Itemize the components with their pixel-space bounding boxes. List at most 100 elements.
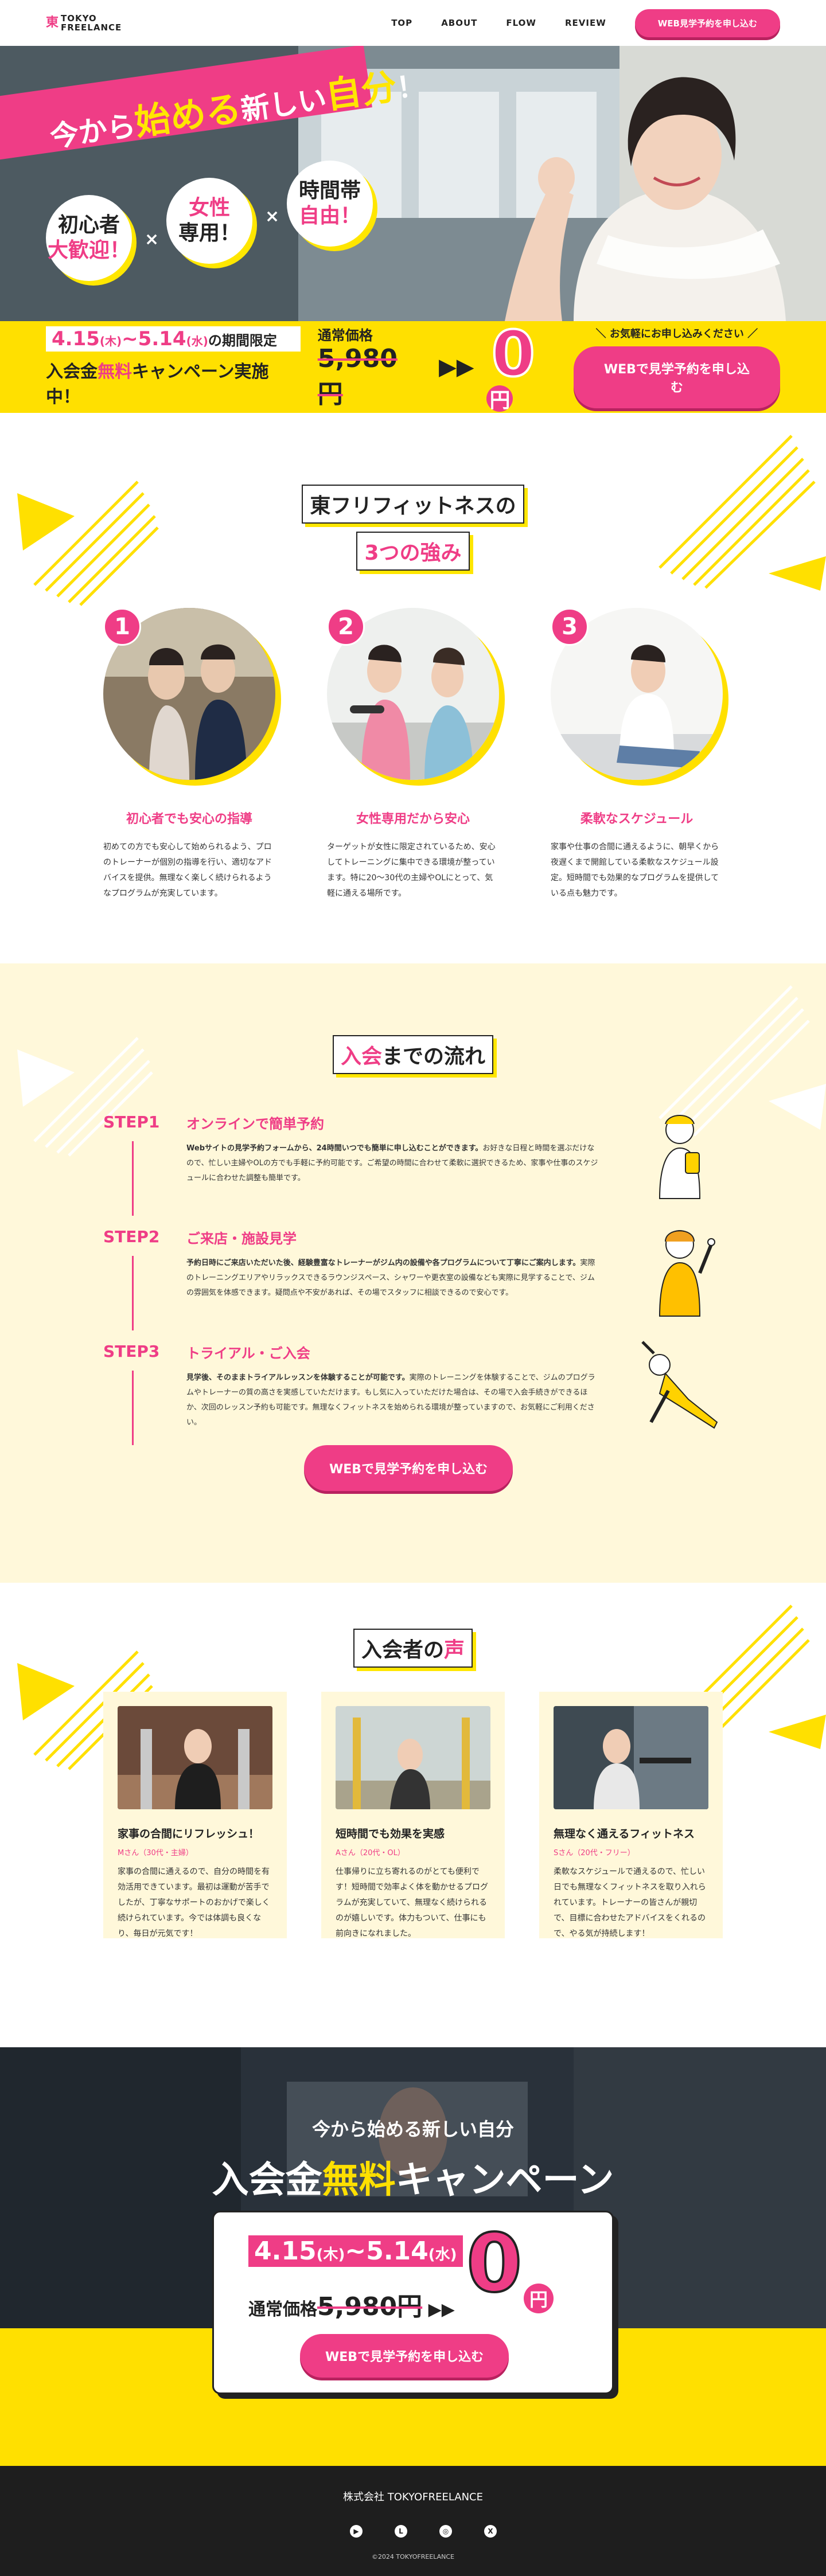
badge-women-b: 専用！ [178, 221, 240, 245]
bottom-date-start-day: (木) [316, 2246, 345, 2263]
trainer-illustration [659, 1230, 715, 1317]
step-label: STEP2 [103, 1227, 160, 1246]
line-icon[interactable]: L [395, 2525, 407, 2538]
voice-photo-1 [118, 1706, 272, 1809]
date-sep: ~ [122, 327, 138, 350]
voices-title-b: 声 [444, 1638, 465, 1662]
campaign-date: 4.15(木)~5.14(水)の期間限定 [46, 326, 301, 352]
step-item: STEP1 オンラインで簡単予約 Webサイトの見学予約フォームから、24時間い… [103, 1113, 723, 1227]
voices-list: 家事の合間にリフレッシュ！ Mさん（30代・主婦） 家事の合間に通えるので、自分… [103, 1692, 723, 1938]
step-text: 予約日時にご来店いただいた後、経験豊富なトレーナーがジム内の設備や各プログラムに… [186, 1256, 599, 1301]
badge-women-a: 女性 [188, 196, 230, 220]
bottom-title: 入会金無料キャンペーン [0, 2150, 826, 2203]
voices-title: 入会者の声 [0, 1629, 826, 1668]
flow-section: 入会までの流れ STEP1 オンラインで簡単予約 Webサイトの見学予約フォーム… [0, 963, 826, 1583]
logo-line2: FREELANCE [61, 22, 122, 33]
bottom-date-end-day: (水) [428, 2246, 457, 2263]
x-icon[interactable]: X [484, 2525, 497, 2538]
bottom-campaign: 今から始める新しい自分 入会金無料キャンペーン 4.15(木)~5.14(水) … [0, 2047, 826, 2466]
step-label: STEP3 [103, 1342, 160, 1361]
bottom-date-start: 4.15 [254, 2237, 317, 2266]
voice-card: 家事の合間にリフレッシュ！ Mさん（30代・主婦） 家事の合間に通えるので、自分… [103, 1692, 287, 1938]
step-item: STEP3 トライアル・ご入会 見学後、そのままトライアルレッスンを体験すること… [103, 1341, 723, 1457]
step-text: 見学後、そのままトライアルレッスンを体験することが可能です。実際のトレーニングを… [186, 1371, 599, 1430]
step-line [132, 1256, 134, 1330]
arrow-icon: ▶▶ [438, 354, 474, 380]
nav-flow[interactable]: FLOW [506, 18, 536, 28]
voice-photo-2 [336, 1706, 490, 1809]
strengths-title-line1: 東フリフィットネスの [302, 485, 524, 524]
site-header: 東 TOKYO FREELANCE TOP ABOUT FLOW REVIEW … [0, 0, 826, 46]
header-cta-button[interactable]: WEB見学予約を申し込む [634, 9, 780, 37]
bottom-date: 4.15(木)~5.14(水) [248, 2235, 463, 2267]
flow-cta-button[interactable]: WEBで見学予約を申し込む [304, 1445, 513, 1491]
strength-text: 初めての方でも安心して始められるよう、プロのトレーナーが個別の指導を行い、適切な… [103, 842, 272, 898]
catch-c: 新しい [239, 82, 329, 127]
date-end-day: (水) [186, 334, 208, 348]
bottom-cta-button[interactable]: WEBで見学予約を申し込む [300, 2334, 509, 2378]
badge-beginner-a: 初心者 [57, 213, 120, 237]
bottom-title-b: 無料 [322, 2159, 396, 2202]
phone-illustration [659, 1115, 701, 1199]
date-start: 4.15 [52, 327, 100, 350]
strength-text: ターゲットが女性に限定されているため、安心してトレーニングに集中できる環境が整っ… [327, 842, 496, 898]
badge-free-time: 時間帯 自由！ [287, 161, 373, 247]
main-nav: TOP ABOUT FLOW REVIEW WEB見学予約を申し込む [391, 9, 780, 37]
step-line [132, 1141, 134, 1216]
catch-e: ！ [394, 68, 428, 106]
voice-author: Mさん（30代・主婦） [118, 1849, 193, 1857]
campaign-cta-button[interactable]: WEBで見学予約を申し込む [573, 346, 780, 408]
bottom-yen: 円 [524, 2284, 554, 2313]
bottom-campaign-card: 4.15(木)~5.14(水) 通常価格5,980円 ▶▶ 0 円 WEBで見学… [212, 2211, 614, 2394]
logo[interactable]: 東 TOKYO FREELANCE [46, 14, 122, 32]
bottom-subtitle: 今から始める新しい自分 [311, 2118, 514, 2140]
strength-item: 3 柔軟なスケジュール 家事や仕事の合間に通えるように、朝早くから夜遅くまで開館… [551, 608, 728, 901]
strength-heading: 初心者でも安心の指導 [126, 812, 252, 826]
nav-about[interactable]: ABOUT [441, 18, 477, 28]
voices-title-a: 入会者の [361, 1638, 444, 1662]
voice-card: 短時間でも効果を実感 Aさん（20代・OL） 仕事帰りに立ち寄れるのがとても便利… [321, 1692, 505, 1938]
nav-top[interactable]: TOP [391, 18, 412, 28]
flow-title-a: 入会 [340, 1045, 382, 1068]
badge-beginner: 初心者 大歓迎！ [46, 195, 132, 281]
strength-text: 家事や仕事の合間に通えるように、朝早くから夜遅くまで開館している柔軟なスケジュー… [551, 842, 719, 898]
logo-line1: TOKYO [61, 13, 97, 24]
step-item: STEP2 ご来店・施設見学 予約日時にご来店いただいた後、経験豊富なトレーナー… [103, 1227, 723, 1342]
yen-mark: 円 [486, 385, 513, 412]
strength-image: 1 [103, 608, 281, 791]
step-line [132, 1371, 134, 1445]
step-bold: 見学後、そのままトライアルレッスンを体験することが可能です。 [186, 1373, 410, 1382]
strengths-title: 東フリフィットネスの 3つの強み [0, 485, 826, 571]
logo-text: TOKYO FREELANCE [61, 14, 122, 32]
date-suffix: の期間限定 [208, 333, 277, 349]
bottom-date-end: 5.14 [366, 2237, 428, 2266]
cta-note: ＼ お気軽にお申し込みください ／ [595, 328, 758, 340]
voices-section: 入会者の声 家事の合間にリフレッシュ！ Mさん（30代・主婦） 家事の合間に通え… [0, 1583, 826, 2047]
instagram-icon[interactable]: ◎ [439, 2525, 452, 2538]
copyright: ©2024 TOKYOFREELANCE [371, 2553, 455, 2561]
strengths-section: 東フリフィットネスの 3つの強み 1 初心者でも安心の指導 初めての方でも安心し… [0, 413, 826, 963]
strength-number: 1 [103, 608, 141, 646]
strength-image: 2 [327, 608, 505, 791]
logo-mark: 東 [46, 15, 59, 30]
bottom-price: 通常価格5,980円 ▶▶ [248, 2286, 455, 2323]
stretch-illustration [641, 1341, 718, 1429]
strengths-title-line2: 3つの強み [356, 532, 470, 571]
campaign-bar: 4.15(木)~5.14(水)の期間限定 入会金無料キャンペーン実施中！ 通常価… [0, 321, 826, 413]
zero-value: 0 [490, 317, 536, 391]
catch-d: 自分 [323, 65, 400, 117]
zero-price: 0円 [486, 321, 556, 412]
voice-author: Sさん（20代・フリー） [554, 1849, 635, 1857]
voice-photo-3 [554, 1706, 708, 1809]
youtube-icon[interactable]: ▶ [350, 2525, 363, 2538]
voice-heading: 短時間でも効果を実感 [336, 1828, 445, 1840]
strength-heading: 柔軟なスケジュール [580, 812, 693, 826]
voice-text: 家事の合間に通えるので、自分の時間を有効活用できています。最初は運動が苦手でした… [118, 1867, 270, 1938]
nav-review[interactable]: REVIEW [565, 18, 606, 28]
flow-title: 入会までの流れ [0, 1035, 826, 1074]
flow-title-text: 入会までの流れ [332, 1035, 494, 1074]
voice-heading: 無理なく通えるフィットネス [554, 1828, 695, 1840]
voices-title-text: 入会者の声 [353, 1629, 473, 1668]
bottom-price-label: 通常価格 [248, 2300, 317, 2320]
step-text: Webサイトの見学予約フォームから、24時間いつでも簡単に申し込むことができます… [186, 1141, 599, 1186]
